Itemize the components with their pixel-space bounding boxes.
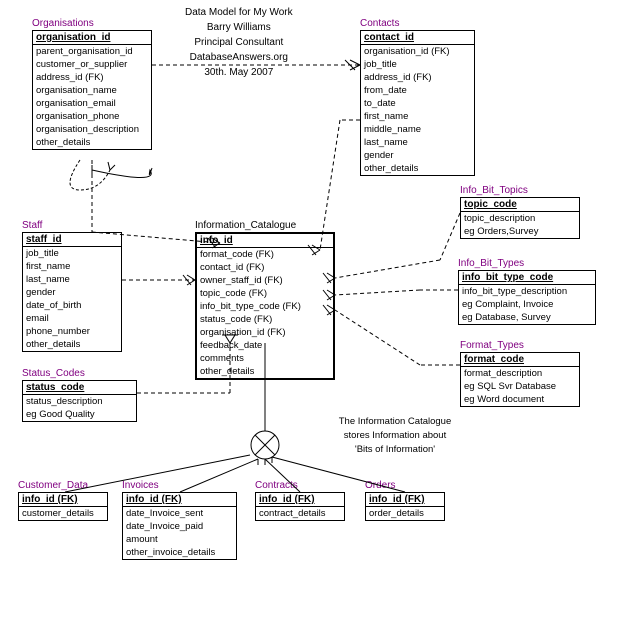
con-f10: other_details: [361, 162, 474, 175]
inf-f7: organisation_id (FK): [197, 326, 333, 339]
con-f4: from_date: [361, 84, 474, 97]
org-f3: address_id (FK): [33, 71, 151, 84]
cd-pk: info_id (FK): [19, 493, 107, 507]
ibt-f1: topic_description: [461, 212, 579, 225]
cd-box: info_id (FK) customer_details: [18, 492, 108, 521]
infcat-pk: info_id: [197, 234, 333, 248]
ctr-title: Contracts: [255, 480, 298, 491]
diagram-title: Data Model for My Work Barry Williams Pr…: [185, 5, 293, 80]
organisations-title: Organisations: [32, 18, 94, 29]
infcat-title: Information_Catalogue: [195, 220, 296, 231]
inf-f4: topic_code (FK): [197, 287, 333, 300]
org-f7: organisation_description: [33, 123, 151, 136]
stf-f1: job_title: [23, 247, 121, 260]
staff-pk: staff_id: [23, 233, 121, 247]
contacts-title: Contacts: [360, 18, 399, 29]
inv-pk: info_id (FK): [123, 493, 236, 507]
stf-f3: last_name: [23, 273, 121, 286]
con-f6: first_name: [361, 110, 474, 123]
staff-box: staff_id job_title first_name last_name …: [22, 232, 122, 352]
inf-f1: format_code (FK): [197, 248, 333, 261]
con-f7: middle_name: [361, 123, 474, 136]
title-line4: DatabaseAnswers.org: [185, 50, 293, 65]
title-line2: Barry Williams: [185, 20, 293, 35]
ftype-f1: format_description: [461, 367, 579, 380]
inf-f10: other_details: [197, 365, 333, 378]
inv-f1: date_Invoice_sent: [123, 507, 236, 520]
stf-f2: first_name: [23, 260, 121, 273]
ibt-title: Info_Bit_Topics: [460, 185, 528, 196]
stf-f6: email: [23, 312, 121, 325]
ibtype-title: Info_Bit_Types: [458, 258, 524, 269]
ord-f1: order_details: [366, 507, 444, 520]
sc-pk: status_code: [23, 381, 136, 395]
sc-title: Status_Codes: [22, 368, 85, 379]
inv-title: Invoices: [122, 480, 159, 491]
ctr-box: info_id (FK) contract_details: [255, 492, 345, 521]
ftype-pk: format_code: [461, 353, 579, 367]
inv-f2: date_Invoice_paid: [123, 520, 236, 533]
ibtype-f1: info_bit_type_description: [459, 285, 595, 298]
ord-pk: info_id (FK): [366, 493, 444, 507]
ftype-f2: eg SQL Svr Database: [461, 380, 579, 393]
contacts-box: contact_id organisation_id (FK) job_titl…: [360, 30, 475, 176]
inf-f6: status_code (FK): [197, 313, 333, 326]
inv-f3: amount: [123, 533, 236, 546]
org-f2: customer_or_supplier: [33, 58, 151, 71]
inv-box: info_id (FK) date_Invoice_sent date_Invo…: [122, 492, 237, 560]
inf-f3: owner_staff_id (FK): [197, 274, 333, 287]
con-f2: job_title: [361, 58, 474, 71]
title-line1: Data Model for My Work: [185, 5, 293, 20]
title-line5: 30th. May 2007: [185, 65, 293, 80]
stf-f8: other_details: [23, 338, 121, 351]
sc-f1: status_description: [23, 395, 136, 408]
ctr-pk: info_id (FK): [256, 493, 344, 507]
infcat-box: info_id format_code (FK) contact_id (FK)…: [195, 232, 335, 380]
org-f1: parent_organisation_id: [33, 45, 151, 58]
org-f4: organisation_name: [33, 84, 151, 97]
con-f9: gender: [361, 149, 474, 162]
ibt-f2: eg Orders,Survey: [461, 225, 579, 238]
con-f5: to_date: [361, 97, 474, 110]
org-f6: organisation_phone: [33, 110, 151, 123]
ibtype-f2: eg Complaint, Invoice: [459, 298, 595, 311]
org-f8: other_details: [33, 136, 151, 149]
contacts-pk: contact_id: [361, 31, 474, 45]
ftype-title: Format_Types: [460, 340, 524, 351]
ord-box: info_id (FK) order_details: [365, 492, 445, 521]
ftype-f3: eg Word document: [461, 393, 579, 406]
ibtype-box: info_bit_type_code info_bit_type_descrip…: [458, 270, 596, 325]
cd-f1: customer_details: [19, 507, 107, 520]
ibtype-pk: info_bit_type_code: [459, 271, 595, 285]
staff-title: Staff: [22, 220, 42, 231]
inf-f5: info_bit_type_code (FK): [197, 300, 333, 313]
organisations-pk: organisation_id: [33, 31, 151, 45]
stf-f7: phone_number: [23, 325, 121, 338]
stf-f4: gender: [23, 286, 121, 299]
con-f8: last_name: [361, 136, 474, 149]
ftype-box: format_code format_description eg SQL Sv…: [460, 352, 580, 407]
sc-f2: eg Good Quality: [23, 408, 136, 421]
ibtype-f3: eg Database, Survey: [459, 311, 595, 324]
organisations-box: organisation_id parent_organisation_id c…: [32, 30, 152, 150]
diagram-area: Data Model for My Work Barry Williams Pr…: [0, 0, 620, 623]
inf-f9: comments: [197, 352, 333, 365]
inf-f8: feedback_date: [197, 339, 333, 352]
con-f1: organisation_id (FK): [361, 45, 474, 58]
ord-title: Orders: [365, 480, 396, 491]
sc-box: status_code status_description eg Good Q…: [22, 380, 137, 422]
ibt-pk: topic_code: [461, 198, 579, 212]
info-text: The Information Cataloguestores Informat…: [330, 415, 460, 457]
cd-title: Customer_Data: [18, 480, 88, 491]
inf-f2: contact_id (FK): [197, 261, 333, 274]
ibt-box: topic_code topic_description eg Orders,S…: [460, 197, 580, 239]
ctr-f1: contract_details: [256, 507, 344, 520]
org-f5: organisation_email: [33, 97, 151, 110]
title-line3: Principal Consultant: [185, 35, 293, 50]
inv-f4: other_invoice_details: [123, 546, 236, 559]
stf-f5: date_of_birth: [23, 299, 121, 312]
con-f3: address_id (FK): [361, 71, 474, 84]
